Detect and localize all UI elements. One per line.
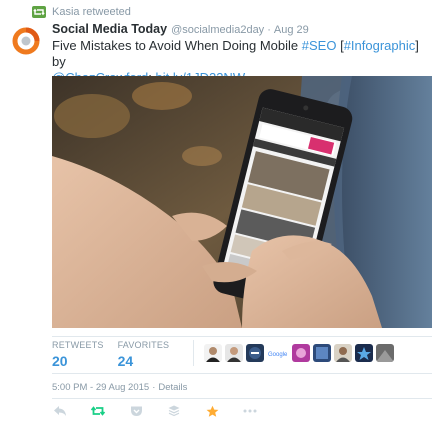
divider [52, 336, 432, 337]
retweet-icon[interactable] [90, 403, 106, 419]
reply-icon[interactable] [52, 403, 68, 419]
favorites-label: FAVORITES [117, 340, 170, 350]
pocket-icon[interactable] [128, 403, 144, 419]
favoriter-avatar[interactable] [376, 344, 395, 362]
retweet-context: Kasia retweeted [32, 4, 131, 20]
tweet-text-part: [ [336, 38, 344, 53]
retweeted-by-label[interactable]: Kasia retweeted [52, 6, 131, 18]
retweets-stat[interactable]: RETWEETS 20 [52, 340, 104, 369]
favoriter-avatar[interactable] [355, 344, 374, 362]
header-separator: · [267, 24, 271, 36]
tweet-timestamp: 5:00 PM - 29 Aug 2015 [52, 382, 150, 393]
meta-separator: · [152, 382, 156, 393]
tweet-time[interactable]: Aug 29 [274, 24, 309, 36]
favoriter-avatar[interactable] [334, 344, 353, 362]
retweets-count: 20 [52, 353, 68, 369]
social-media-today-logo [12, 27, 40, 55]
favoriter-avatar[interactable] [204, 344, 223, 362]
favoriter-avatar[interactable] [313, 344, 332, 362]
hashtag-seo[interactable]: #SEO [302, 38, 337, 53]
favorites-count: 24 [117, 353, 134, 369]
author-handle[interactable]: @socialmedia2day [171, 24, 264, 36]
tweet-header: Social Media Today @socialmedia2day · Au… [52, 22, 309, 38]
author-avatar[interactable] [11, 26, 41, 56]
divider [52, 398, 432, 399]
photo-hands-holding-phone [52, 76, 432, 328]
tweet-actions [52, 403, 292, 419]
retweets-label: RETWEETS [52, 340, 104, 350]
favoriter-avatar[interactable]: Google [267, 344, 290, 362]
retweet-icon [32, 6, 46, 18]
tweet-text-part: Five Mistakes to Avoid When Doing Mobile [52, 38, 302, 53]
tweet-media-photo[interactable] [52, 76, 432, 328]
favorites-stat[interactable]: FAVORITES 24 [118, 340, 170, 369]
tweet-meta: 5:00 PM - 29 Aug 2015 · Details [52, 382, 187, 394]
favoriter-avatar[interactable] [246, 344, 265, 362]
star-icon[interactable] [204, 403, 220, 419]
favoriter-avatar[interactable] [225, 344, 244, 362]
stats-divider [193, 340, 195, 366]
more-icon[interactable] [242, 403, 258, 419]
divider [52, 373, 432, 374]
hashtag-infographic[interactable]: #Infographic [344, 38, 416, 53]
details-link[interactable]: Details [158, 382, 187, 393]
author-name[interactable]: Social Media Today [52, 22, 167, 36]
google-badge-text: Google [268, 352, 288, 358]
favoriter-avatar[interactable] [292, 344, 311, 362]
buffer-icon[interactable] [166, 403, 182, 419]
tweet-stats: RETWEETS 20 FAVORITES 24 Google [52, 340, 432, 372]
favoriters-avatars: Google [204, 344, 395, 362]
